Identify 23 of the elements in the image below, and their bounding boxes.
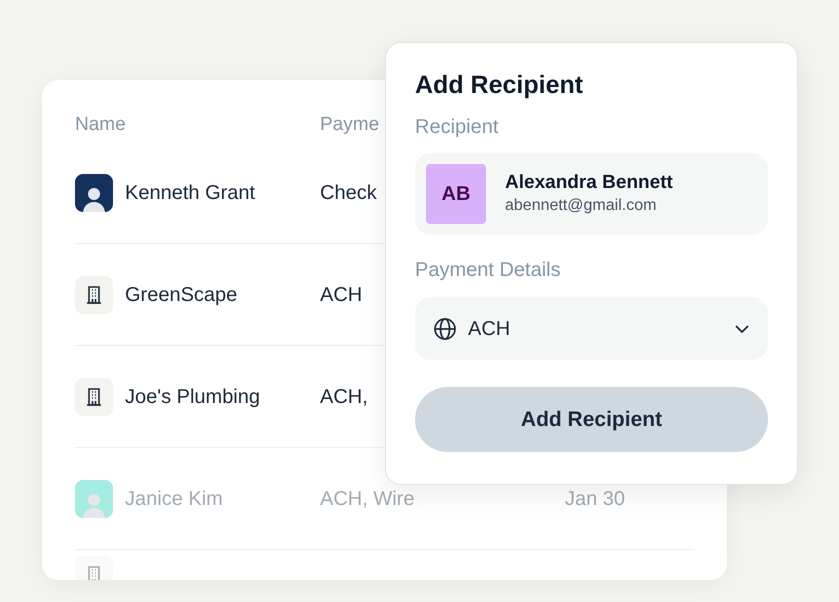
column-header: Payme bbox=[320, 112, 380, 137]
recipient-email: abennett@gmail.com bbox=[505, 196, 658, 216]
recipient-name: Alexandra Bennett bbox=[505, 171, 673, 195]
name-cell-text: Kenneth Grant bbox=[125, 180, 256, 206]
payment-cell-text: Check bbox=[320, 180, 377, 206]
field-label: Payment Details bbox=[415, 258, 562, 282]
field-label: Recipient bbox=[415, 115, 500, 139]
date-cell-text: Jan 30 bbox=[565, 486, 626, 512]
building-icon bbox=[75, 276, 113, 314]
chevron-down-icon bbox=[734, 324, 750, 334]
initials-avatar: AB bbox=[426, 164, 486, 224]
column-header: Name bbox=[75, 112, 126, 137]
building-icon bbox=[75, 378, 113, 416]
globe-icon bbox=[433, 316, 457, 340]
dialog-title: Add Recipient bbox=[415, 70, 584, 101]
name-cell-text: Joe's Plumbing bbox=[125, 384, 260, 410]
recipient-card[interactable]: AB Alexandra Bennett abennett@gmail.com bbox=[415, 153, 768, 235]
payment-cell-text: ACH, bbox=[320, 384, 368, 410]
name-cell-text: Janice Kim bbox=[125, 486, 223, 512]
payment-select[interactable]: ACH bbox=[415, 297, 768, 360]
payment-cell-text: ACH, Wire bbox=[320, 486, 414, 512]
name-cell-text: GreenScape bbox=[125, 282, 238, 308]
payment-cell-text: ACH bbox=[320, 282, 362, 308]
